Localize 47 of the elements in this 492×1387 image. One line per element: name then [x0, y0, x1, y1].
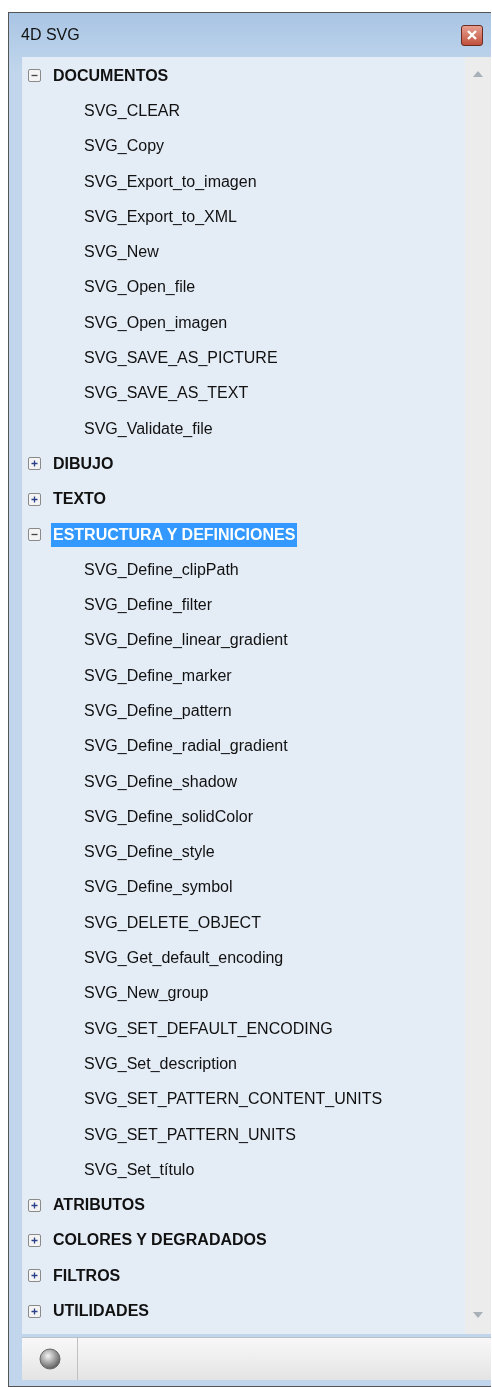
tree-item[interactable]: SVG_DELETE_OBJECT — [82, 910, 263, 935]
tree-group[interactable]: TEXTO — [51, 487, 109, 512]
expand-icon[interactable] — [28, 492, 41, 506]
tree-group[interactable]: FILTROS — [51, 1263, 123, 1288]
tree-item[interactable]: SVG_SET_DEFAULT_ENCODING — [82, 1016, 335, 1041]
tree-item[interactable]: SVG_Get_default_encoding — [82, 946, 286, 971]
tree-item[interactable]: SVG_Define_style — [82, 840, 217, 865]
tree-item[interactable]: SVG_Define_clipPath — [82, 557, 241, 582]
tree-group[interactable]: ATRIBUTOS — [51, 1193, 147, 1218]
tree-group[interactable]: DOCUMENTOS — [51, 63, 171, 88]
tree-item[interactable]: SVG_Define_linear_gradient — [82, 628, 290, 653]
tree-item[interactable]: SVG_SAVE_AS_TEXT — [82, 381, 251, 406]
tree-item[interactable]: SVG_Define_symbol — [82, 875, 235, 900]
globe-icon[interactable] — [38, 1348, 61, 1370]
tree-item[interactable]: SVG_Validate_file — [82, 416, 215, 441]
tree-item[interactable]: SVG_SET_PATTERN_CONTENT_UNITS — [82, 1087, 385, 1112]
tree-item[interactable]: SVG_Export_to_imagen — [82, 169, 259, 194]
tree-item[interactable]: SVG_Set_description — [82, 1051, 239, 1076]
tree-group[interactable]: DIBUJO — [51, 451, 116, 476]
tree-item[interactable]: SVG_Open_imagen — [82, 310, 230, 335]
tree-item[interactable]: SVG_Open_file — [82, 275, 198, 300]
collapse-icon[interactable] — [28, 69, 41, 83]
tree-item[interactable]: SVG_New_group — [82, 981, 211, 1006]
tree-item[interactable]: SVG_Define_filter — [82, 593, 215, 618]
tree-group[interactable]: UTILIDADES — [51, 1299, 151, 1324]
expand-icon[interactable] — [28, 1233, 41, 1247]
collapse-icon[interactable] — [28, 528, 41, 541]
tree-item[interactable]: SVG_New — [82, 240, 161, 265]
expand-icon[interactable] — [28, 1269, 41, 1283]
tree-item[interactable]: SVG_SET_PATTERN_UNITS — [82, 1122, 298, 1147]
tree-item[interactable]: SVG_Define_solidColor — [82, 804, 255, 829]
tree-item[interactable]: SVG_Export_to_XML — [82, 204, 239, 229]
tree-item[interactable]: SVG_Define_radial_gradient — [82, 734, 290, 759]
tree-item[interactable]: SVG_Define_pattern — [82, 699, 234, 723]
window-title: 4D SVG — [21, 26, 80, 44]
tree-group[interactable]: COLORES Y DEGRADADOS — [51, 1228, 269, 1253]
expand-icon[interactable] — [28, 1198, 41, 1212]
close-button[interactable] — [461, 24, 483, 46]
tree-item[interactable]: SVG_Set_título — [82, 1157, 197, 1182]
tree-item[interactable]: SVG_Define_marker — [82, 663, 234, 688]
tree-item[interactable]: SVG_CLEAR — [82, 98, 183, 123]
tree-item[interactable]: SVG_Define_shadow — [82, 769, 239, 794]
expand-icon[interactable] — [28, 1304, 41, 1318]
expand-icon[interactable] — [28, 457, 41, 471]
close-icon — [465, 28, 479, 42]
tree-item[interactable]: SVG_Copy — [82, 134, 167, 159]
tree-item[interactable]: SVG_SAVE_AS_PICTURE — [82, 346, 280, 370]
